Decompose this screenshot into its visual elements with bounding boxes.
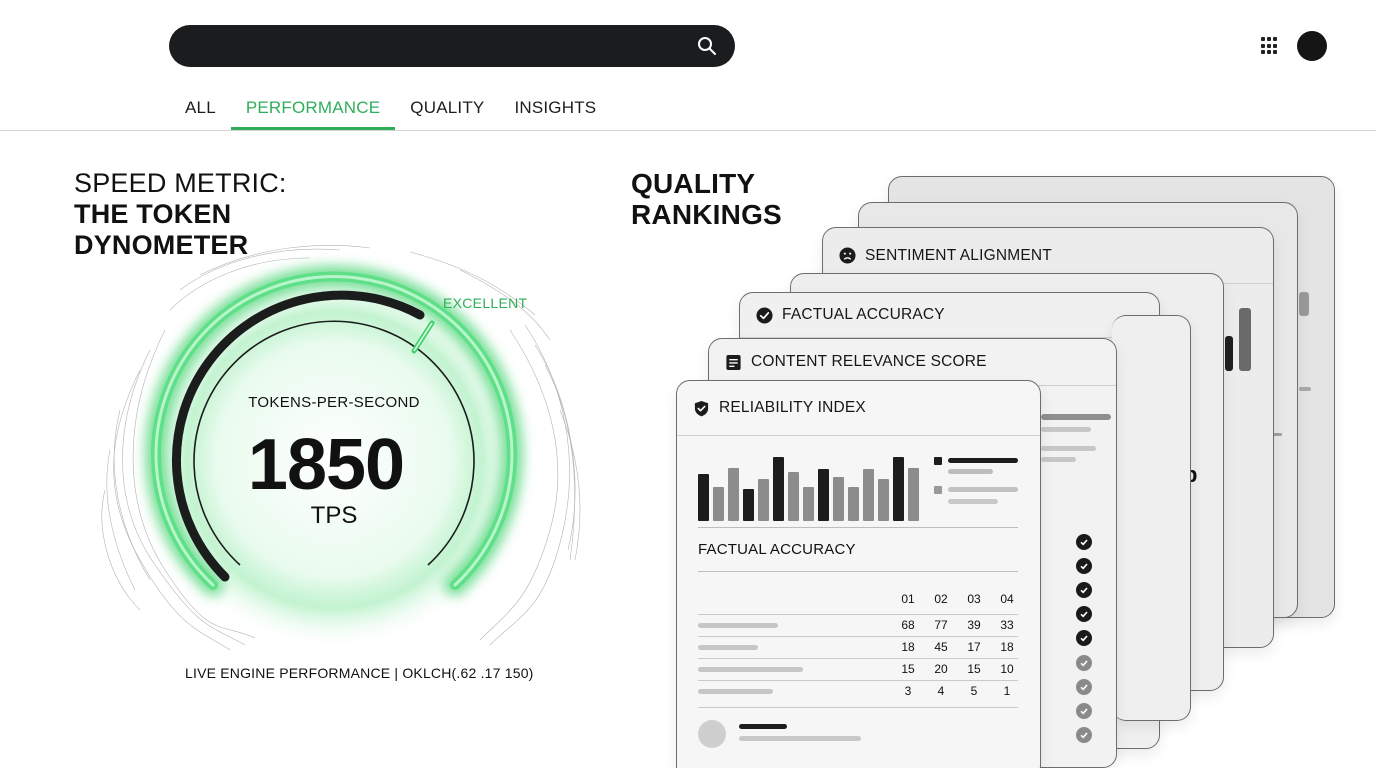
row-label-bar xyxy=(698,667,803,672)
tabs-divider xyxy=(0,130,1376,131)
bar xyxy=(713,487,724,521)
legend-swatch xyxy=(934,457,942,465)
threshold-label: EXCELLENT xyxy=(443,295,528,311)
row-label-bar xyxy=(698,689,773,694)
placeholder-bar xyxy=(739,724,787,729)
column-header: 01 xyxy=(901,592,915,606)
legend-swatch xyxy=(934,486,942,494)
speed-title-line2: THE TOKEN xyxy=(74,199,232,229)
column-header: 04 xyxy=(1000,592,1014,606)
user-avatar-placeholder xyxy=(698,720,726,748)
speed-title-line1: SPEED METRIC: xyxy=(74,168,287,198)
table-cell: 39 xyxy=(967,618,981,632)
bar xyxy=(728,468,739,521)
table-cell: 68 xyxy=(901,618,915,632)
search-bar[interactable] xyxy=(169,25,735,67)
card-title: CONTENT RELEVANCE SCORE xyxy=(751,353,987,370)
row-divider xyxy=(698,658,1018,659)
quality-title-line2: RANKINGS xyxy=(631,199,782,230)
document-icon xyxy=(726,354,741,370)
frown-face-icon xyxy=(839,247,856,264)
table-cell: 18 xyxy=(1000,640,1014,654)
bar xyxy=(863,469,874,521)
check-icon xyxy=(1076,582,1092,598)
bar xyxy=(878,479,889,521)
check-icon xyxy=(1076,606,1092,622)
apps-grid-icon[interactable] xyxy=(1261,37,1279,55)
bar xyxy=(893,457,904,521)
gauge-unit: TPS xyxy=(310,502,358,529)
column-header: 03 xyxy=(967,592,981,606)
row-divider xyxy=(698,614,1018,615)
bar xyxy=(908,468,919,521)
legend-bar xyxy=(948,469,993,474)
tab-all[interactable]: ALL xyxy=(170,96,231,130)
row-label-bar xyxy=(698,623,778,628)
tab-performance[interactable]: PERFORMANCE xyxy=(230,96,396,130)
card-title: FACTUAL ACCURACY xyxy=(782,306,945,323)
table-cell: 33 xyxy=(1000,618,1014,632)
live-footer: LIVE ENGINE PERFORMANCE | OKLCH(.62 .17 … xyxy=(185,665,534,681)
check-icon xyxy=(1076,703,1092,719)
bar xyxy=(803,487,814,521)
bar xyxy=(743,489,754,521)
row-divider xyxy=(698,707,1018,708)
bar xyxy=(698,474,709,521)
table-cell: 17 xyxy=(967,640,981,654)
check-icon xyxy=(1076,727,1092,743)
speed-gauge: TOKENS-PER-SECOND 1850 TPS EXCELLENT xyxy=(80,230,590,660)
column-header: 02 xyxy=(934,592,948,606)
card-title: RELIABILITY INDEX xyxy=(719,399,866,416)
section-label: FACTUAL ACCURACY xyxy=(698,541,856,558)
table-cell: 77 xyxy=(934,618,948,632)
shield-check-icon xyxy=(694,400,709,416)
search-icon[interactable] xyxy=(697,36,717,56)
gauge-value: 1850 xyxy=(247,425,405,505)
divider xyxy=(698,571,1018,572)
table-cell: 45 xyxy=(934,640,948,654)
table-cell: 20 xyxy=(934,662,948,676)
check-icon xyxy=(1076,655,1092,671)
bar xyxy=(773,457,784,521)
check-circle-icon xyxy=(756,306,773,324)
table-cell: 3 xyxy=(904,684,912,698)
row-divider xyxy=(698,680,1018,681)
bar xyxy=(788,472,799,521)
divider xyxy=(698,527,1018,528)
table-cell: 10 xyxy=(1000,662,1014,676)
reliability-bar-chart xyxy=(698,455,919,521)
tab-quality[interactable]: QUALITY xyxy=(395,96,499,130)
bar xyxy=(848,487,859,521)
table-cell: 1 xyxy=(1003,684,1011,698)
card-reliability-index[interactable]: RELIABILITY INDEX FACTUAL ACCURACY 01 02… xyxy=(676,380,1041,768)
bar xyxy=(818,469,829,521)
table-cell: 5 xyxy=(970,684,978,698)
row-label-bar xyxy=(698,645,758,650)
quality-title: QUALITY RANKINGS xyxy=(631,168,782,230)
table-cell: 15 xyxy=(901,662,915,676)
tab-bar: ALL PERFORMANCE QUALITY INSIGHTS xyxy=(170,96,611,130)
table-cell: 18 xyxy=(901,640,915,654)
card-back-4[interactable] xyxy=(1112,315,1191,721)
legend-bar xyxy=(948,458,1018,463)
check-icon xyxy=(1076,558,1092,574)
table-cell: 4 xyxy=(937,684,945,698)
avatar[interactable] xyxy=(1297,31,1327,61)
placeholder-bar xyxy=(739,736,861,741)
bar xyxy=(758,479,769,521)
card-title: SENTIMENT ALIGNMENT xyxy=(865,246,1052,264)
check-icon xyxy=(1076,630,1092,646)
check-icon xyxy=(1076,534,1092,550)
tab-insights[interactable]: INSIGHTS xyxy=(499,96,611,130)
check-icon xyxy=(1076,679,1092,695)
row-divider xyxy=(698,636,1018,637)
bar xyxy=(833,477,844,521)
legend-bar xyxy=(948,487,1018,492)
gauge-caption: TOKENS-PER-SECOND xyxy=(248,394,420,411)
table-cell: 15 xyxy=(967,662,981,676)
quality-title-line1: QUALITY xyxy=(631,168,756,199)
legend-bar xyxy=(948,499,998,504)
